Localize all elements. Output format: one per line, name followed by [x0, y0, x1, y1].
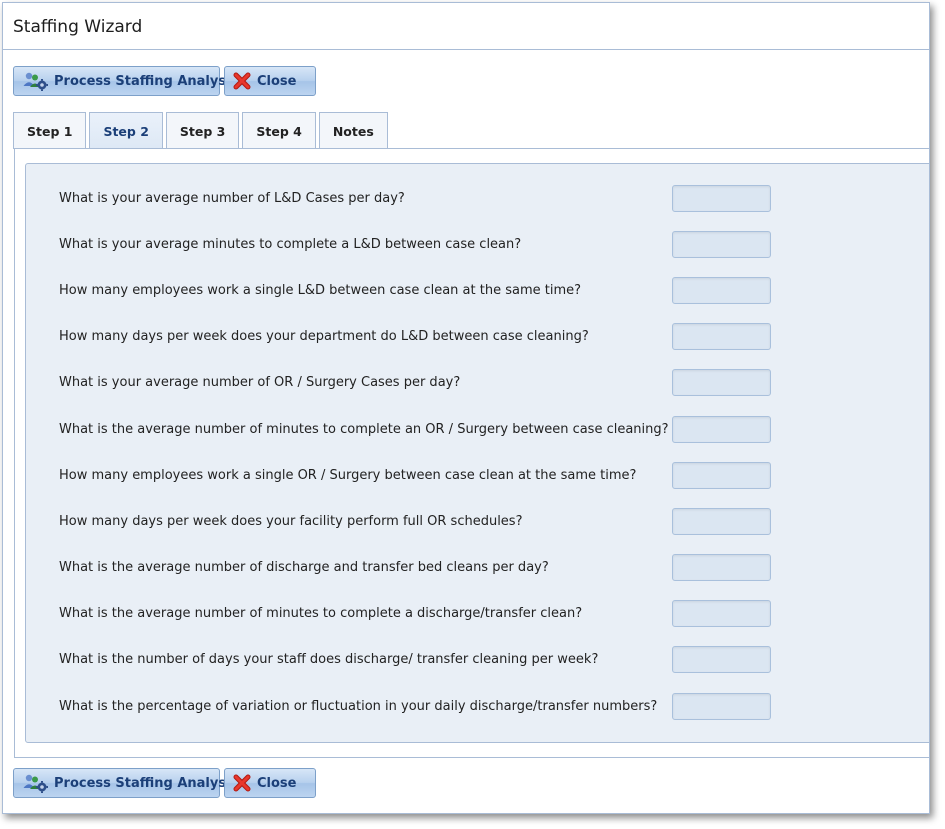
tab-label: Step 3	[179, 123, 226, 139]
process-staffing-analysis-label: Process Staffing Analysis	[54, 775, 239, 791]
answer-input[interactable]	[672, 323, 771, 350]
tab-label: Step 4	[256, 123, 302, 139]
question-label: What is your average number of OR / Surg…	[59, 375, 461, 390]
tab-label: Step 1	[27, 123, 73, 139]
answer-input[interactable]	[672, 508, 771, 535]
staffing-wizard-window: Staffing Wizard Process Staffing Analysi…	[2, 2, 930, 814]
answer-input[interactable]	[672, 185, 771, 212]
close-button-bottom[interactable]: Close	[224, 768, 316, 798]
answer-input[interactable]	[672, 416, 771, 443]
process-staffing-analysis-label: Process Staffing Analysis	[54, 73, 239, 89]
red-x-icon	[233, 774, 251, 792]
tab-step-3[interactable]: Step 3	[165, 112, 240, 149]
answer-input[interactable]	[672, 693, 771, 720]
question-label: What is your average number of L&D Cases…	[59, 191, 405, 206]
question-row: What is your average number of L&D Cases…	[26, 185, 929, 213]
question-label: How many employees work a single L&D bet…	[59, 283, 582, 298]
tab-step-4[interactable]: Step 4	[242, 112, 316, 149]
red-x-icon	[233, 72, 251, 90]
answer-input[interactable]	[672, 369, 771, 396]
step-tabs: Step 1 Step 2 Step 3 Step 4 Notes	[13, 112, 388, 150]
question-label: How many employees work a single OR / Su…	[59, 468, 637, 483]
tab-label: Step 2	[103, 124, 149, 139]
answer-input[interactable]	[672, 554, 771, 581]
question-row: How many days per week does your facilit…	[26, 508, 929, 536]
process-staffing-analysis-button-top[interactable]: Process Staffing Analysis	[13, 66, 238, 96]
question-row: What is the average number of discharge …	[26, 554, 929, 582]
questions-form: What is your average number of L&D Cases…	[25, 163, 929, 743]
question-row: How many employees work a single OR / Su…	[26, 462, 929, 490]
question-row: What is the average number of minutes to…	[26, 600, 929, 628]
question-row: What is the percentage of variation or f…	[26, 693, 929, 721]
question-label: What is the average number of minutes to…	[59, 422, 669, 437]
tab-label: Notes	[332, 123, 374, 139]
step-2-panel: What is your average number of L&D Cases…	[14, 148, 929, 758]
users-gear-icon	[22, 773, 48, 793]
question-label: How many days per week does your facilit…	[59, 514, 523, 529]
title-divider	[3, 49, 929, 50]
tab-notes[interactable]: Notes	[318, 112, 388, 149]
answer-input[interactable]	[672, 231, 771, 258]
close-label: Close	[257, 775, 297, 791]
question-row: What is your average number of OR / Surg…	[26, 369, 929, 397]
answer-input[interactable]	[672, 600, 771, 627]
window-title: Staffing Wizard	[13, 17, 143, 37]
answer-input[interactable]	[672, 277, 771, 304]
question-row: How many employees work a single L&D bet…	[26, 277, 929, 305]
close-label: Close	[257, 73, 297, 89]
answer-input[interactable]	[672, 646, 771, 673]
question-row: What is the number of days your staff do…	[26, 646, 929, 674]
question-label: What is the percentage of variation or f…	[59, 699, 658, 714]
question-label: What is the average number of minutes to…	[59, 606, 583, 621]
question-row: What is your average minutes to complete…	[26, 231, 929, 259]
process-staffing-analysis-button-bottom[interactable]: Process Staffing Analysis	[13, 768, 238, 798]
users-gear-icon	[22, 71, 48, 91]
question-row: What is the average number of minutes to…	[26, 416, 929, 444]
question-label: What is the average number of discharge …	[59, 560, 549, 575]
question-label: What is the number of days your staff do…	[59, 652, 599, 667]
tab-step-1[interactable]: Step 1	[13, 112, 87, 149]
answer-input[interactable]	[672, 462, 771, 489]
question-row: How many days per week does your departm…	[26, 323, 929, 351]
question-label: What is your average minutes to complete…	[59, 237, 522, 252]
close-button-top[interactable]: Close	[224, 66, 316, 96]
tab-step-2[interactable]: Step 2	[89, 112, 163, 150]
question-label: How many days per week does your departm…	[59, 329, 589, 344]
